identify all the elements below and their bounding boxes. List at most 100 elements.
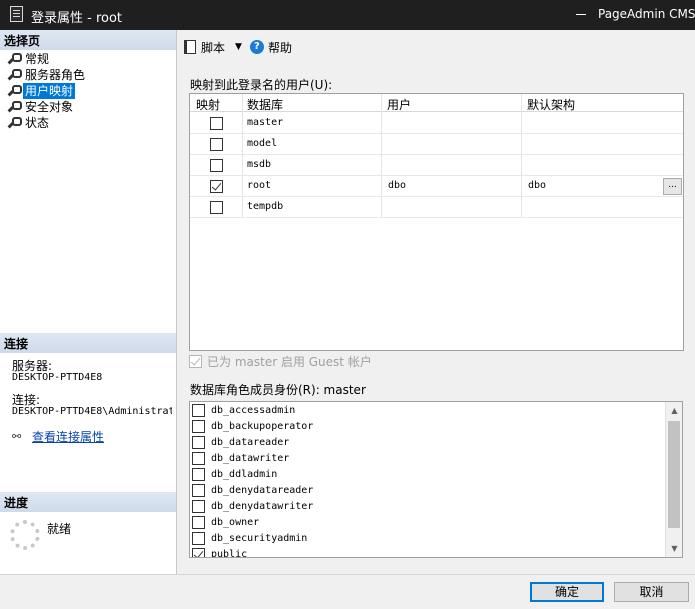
role-checkbox[interactable] — [192, 499, 205, 513]
page-item-label: 状态 — [25, 116, 50, 130]
column-header-user[interactable]: 用户 — [387, 96, 411, 113]
role-checkbox[interactable] — [192, 483, 205, 497]
view-connection-properties-link[interactable]: 查看连接属性 — [32, 428, 104, 445]
cancel-button[interactable]: 取消 — [614, 582, 689, 602]
users-mapped-label: 映射到此登录名的用户(U): — [190, 78, 333, 92]
role-name: db_datawriter — [211, 452, 290, 464]
page-item-status[interactable]: 状态 — [6, 115, 85, 131]
database-cell: msdb — [247, 159, 272, 170]
guest-account-option: 已为 master 启用 Guest 帐户 — [189, 353, 372, 370]
list-item[interactable]: db_datareader — [192, 434, 289, 450]
wrench-icon — [6, 116, 22, 130]
map-checkbox[interactable] — [210, 138, 223, 151]
list-item[interactable]: db_accessadmin — [192, 402, 295, 418]
role-checkbox[interactable] — [192, 467, 205, 481]
table-row[interactable]: tempdb — [190, 197, 683, 218]
scroll-down-icon[interactable]: ▼ — [666, 540, 682, 557]
guest-account-checkbox — [189, 355, 202, 368]
table-row[interactable]: msdb — [190, 155, 683, 176]
select-page-header: 选择页 — [0, 30, 176, 50]
page-item-server-roles[interactable]: 服务器角色 — [6, 67, 85, 83]
connection-value: DESKTOP-PTTD4E8\Administrat — [12, 406, 172, 417]
page-item-user-mapping[interactable]: 用户映射 — [6, 83, 85, 99]
table-row[interactable]: root dbo dbo ... — [190, 176, 683, 197]
page-item-general[interactable]: 常规 — [6, 51, 85, 67]
role-name: db_denydatawriter — [211, 500, 314, 512]
window-title: 登录属性 - root — [31, 11, 123, 26]
list-item[interactable]: db_datawriter — [192, 450, 289, 466]
plug-icon: ⚯ — [12, 429, 22, 443]
role-name: db_backupoperator — [211, 420, 314, 432]
role-membership-label: 数据库角色成员身份(R): master — [190, 383, 366, 397]
column-header-map[interactable]: 映射 — [196, 96, 220, 113]
wrench-icon — [6, 84, 22, 98]
help-icon[interactable]: ? — [249, 40, 264, 54]
table-row[interactable]: model — [190, 134, 683, 155]
role-checkbox[interactable] — [192, 403, 205, 417]
left-pane: 选择页 常规 服务器角色 用户映射 安全对象 状态 连接 服务器: DESKTO… — [0, 30, 177, 574]
role-membership-list: db_accessadmin db_backupoperator db_data… — [189, 401, 683, 558]
database-cell: model — [247, 138, 278, 149]
map-checkbox[interactable] — [210, 117, 223, 130]
role-name: db_datareader — [211, 436, 290, 448]
list-item[interactable]: db_denydatawriter — [192, 498, 313, 514]
help-button[interactable]: 帮助 — [268, 39, 292, 56]
grid-header: 映射 数据库 用户 默认架构 — [190, 94, 683, 112]
server-value: DESKTOP-PTTD4E8 — [12, 372, 103, 383]
role-name: db_owner — [211, 516, 260, 528]
list-item[interactable]: db_ddladmin — [192, 466, 277, 482]
table-row[interactable]: master — [190, 113, 683, 134]
role-name: db_accessadmin — [211, 404, 296, 416]
guest-account-label: 已为 master 启用 Guest 帐户 — [207, 355, 372, 369]
page-item-securables[interactable]: 安全对象 — [6, 99, 85, 115]
page-item-label: 常规 — [25, 52, 50, 66]
list-item[interactable]: db_securityadmin — [192, 530, 307, 546]
list-item[interactable]: db_backupoperator — [192, 418, 313, 434]
database-cell: root — [247, 180, 272, 191]
list-item[interactable]: public — [192, 546, 247, 557]
script-icon[interactable] — [184, 40, 196, 54]
role-name: db_ddladmin — [211, 468, 278, 480]
title-bar[interactable]: 登录属性 - root PageAdmin CMS — [0, 0, 695, 30]
minimize-icon[interactable] — [576, 14, 586, 15]
page-list: 常规 服务器角色 用户映射 安全对象 状态 — [6, 51, 85, 131]
connection-header: 连接 — [0, 333, 176, 353]
column-header-default-schema[interactable]: 默认架构 — [527, 96, 575, 113]
role-checkbox[interactable] — [192, 531, 205, 545]
role-checkbox[interactable] — [192, 419, 205, 433]
role-checkbox[interactable] — [192, 435, 205, 449]
connection-label: 连接: — [12, 393, 41, 407]
schema-cell[interactable]: dbo — [528, 180, 546, 191]
watermark-text: PageAdmin CMS — [598, 7, 695, 21]
server-label: 服务器: — [12, 359, 53, 373]
scroll-up-icon[interactable]: ▲ — [666, 402, 682, 419]
scrollbar-thumb[interactable] — [668, 421, 680, 528]
role-checkbox[interactable] — [192, 451, 205, 465]
ok-button[interactable]: 确定 — [530, 582, 604, 602]
wrench-icon — [6, 68, 22, 82]
progress-spinner-icon — [10, 520, 40, 550]
wrench-icon — [6, 100, 22, 114]
role-checkbox[interactable] — [192, 547, 205, 557]
database-cell: master — [247, 117, 284, 128]
column-header-database[interactable]: 数据库 — [247, 96, 283, 113]
connection-info: 服务器: DESKTOP-PTTD4E8 连接: DESKTOP-PTTD4E8… — [12, 360, 172, 418]
list-item[interactable]: db_owner — [192, 514, 259, 530]
map-checkbox[interactable] — [210, 201, 223, 214]
login-properties-window: 登录属性 - root PageAdmin CMS 选择页 常规 服务器角色 用… — [0, 0, 695, 609]
role-checkbox[interactable] — [192, 515, 205, 529]
role-name: db_securityadmin — [211, 532, 308, 544]
role-list-scrollbar[interactable]: ▲ ▼ — [665, 402, 682, 557]
window-icon — [10, 6, 23, 22]
script-button[interactable]: 脚本 — [201, 39, 225, 56]
progress-status: 就绪 — [47, 522, 72, 536]
view-connection-properties[interactable]: ⚯ 查看连接属性 — [12, 428, 104, 445]
progress-header: 进度 — [0, 492, 176, 512]
map-checkbox[interactable] — [210, 180, 223, 193]
map-checkbox[interactable] — [210, 159, 223, 172]
browse-schema-button[interactable]: ... — [663, 178, 682, 195]
user-cell[interactable]: dbo — [388, 180, 406, 191]
list-item[interactable]: db_denydatareader — [192, 482, 313, 498]
user-mapping-grid: 映射 数据库 用户 默认架构 master model msdb root db… — [189, 93, 684, 351]
script-dropdown-icon[interactable]: ▼ — [235, 42, 242, 52]
